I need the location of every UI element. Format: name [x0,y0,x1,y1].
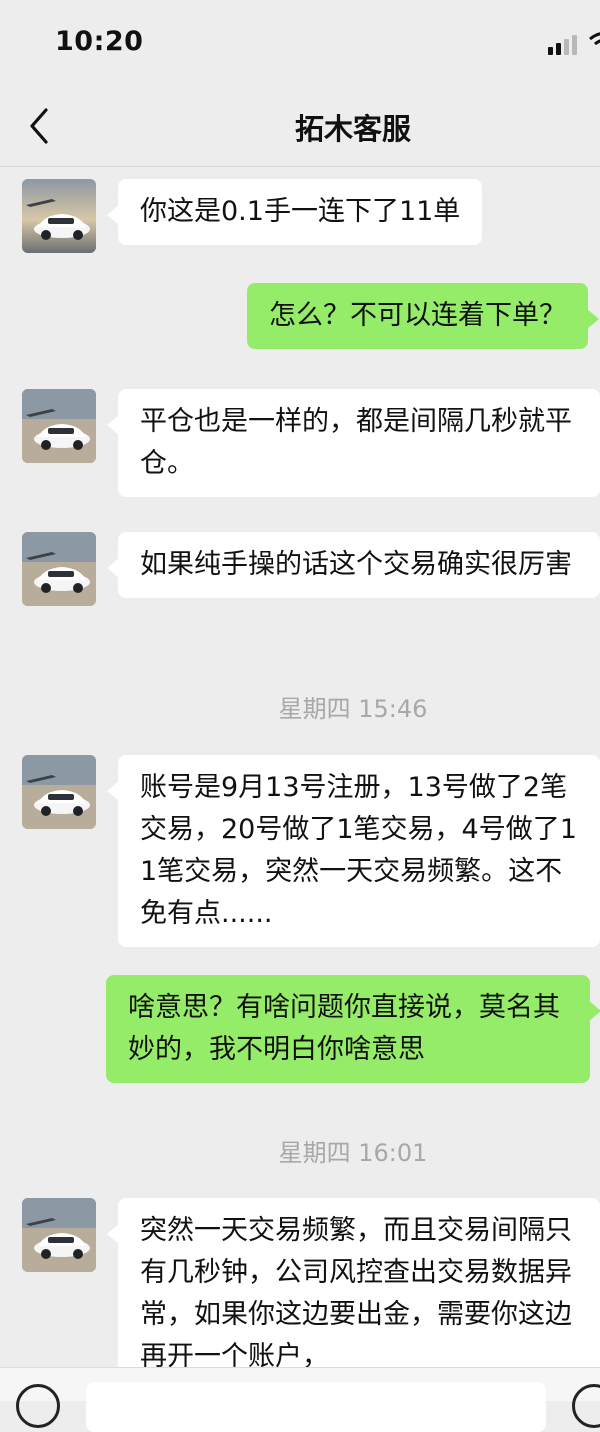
timestamp-separator: 星期四 16:01 [278,1139,428,1167]
message-input[interactable] [86,1382,546,1432]
message-bubble-incoming[interactable]: 突然一天交易频繁，而且交易间隔只有几秒钟，公司风控查出交易数据异常，如果你这边要… [107,1198,600,1367]
status-time: 10:20 [55,26,144,57]
contact-avatar[interactable] [22,755,96,829]
voice-button[interactable] [16,1384,60,1428]
chat-title: 拓木客服 [294,112,411,146]
car-avatar-icon [22,755,96,829]
car-avatar-icon [22,389,96,463]
message-bubble-incoming[interactable]: 如果纯手操的话这个交易确实很厉害 [107,532,600,598]
contact-avatar[interactable] [22,532,96,606]
timestamp-separator: 星期四 15:46 [278,695,428,723]
plus-button[interactable] [572,1384,600,1428]
message-bubble-incoming[interactable]: 账号是9月13号注册，13号做了2笔交易，20号做了1笔交易，4号做了11笔交易… [107,755,600,947]
car-avatar-icon [22,179,96,253]
wifi-icon [588,30,600,54]
chat-message-list[interactable]: 你这是0.1手一连下了11单 怎么？不可以连着下单？ 平仓也是一样的，都是间隔几… [0,167,600,1367]
message-bubble-outgoing[interactable]: 怎么？不可以连着下单？ [247,283,599,349]
message-bubble-incoming[interactable]: 你这是0.1手一连下了11单 [106,179,483,245]
status-bar: 10:20 [0,0,600,86]
input-bar [0,1367,600,1432]
chat-header: 拓木客服 [0,86,600,167]
contact-avatar[interactable] [22,389,96,463]
car-avatar-icon [22,1198,96,1272]
car-avatar-icon [22,532,96,606]
signal-icon [548,33,582,55]
message-bubble-incoming[interactable]: 平仓也是一样的，都是间隔几秒就平仓。 [107,389,600,497]
contact-avatar[interactable] [22,1198,96,1272]
contact-avatar[interactable] [22,179,96,253]
message-bubble-outgoing[interactable]: 啥意思？有啥问题你直接说，莫名其妙的，我不明白你啥意思 [106,975,600,1083]
